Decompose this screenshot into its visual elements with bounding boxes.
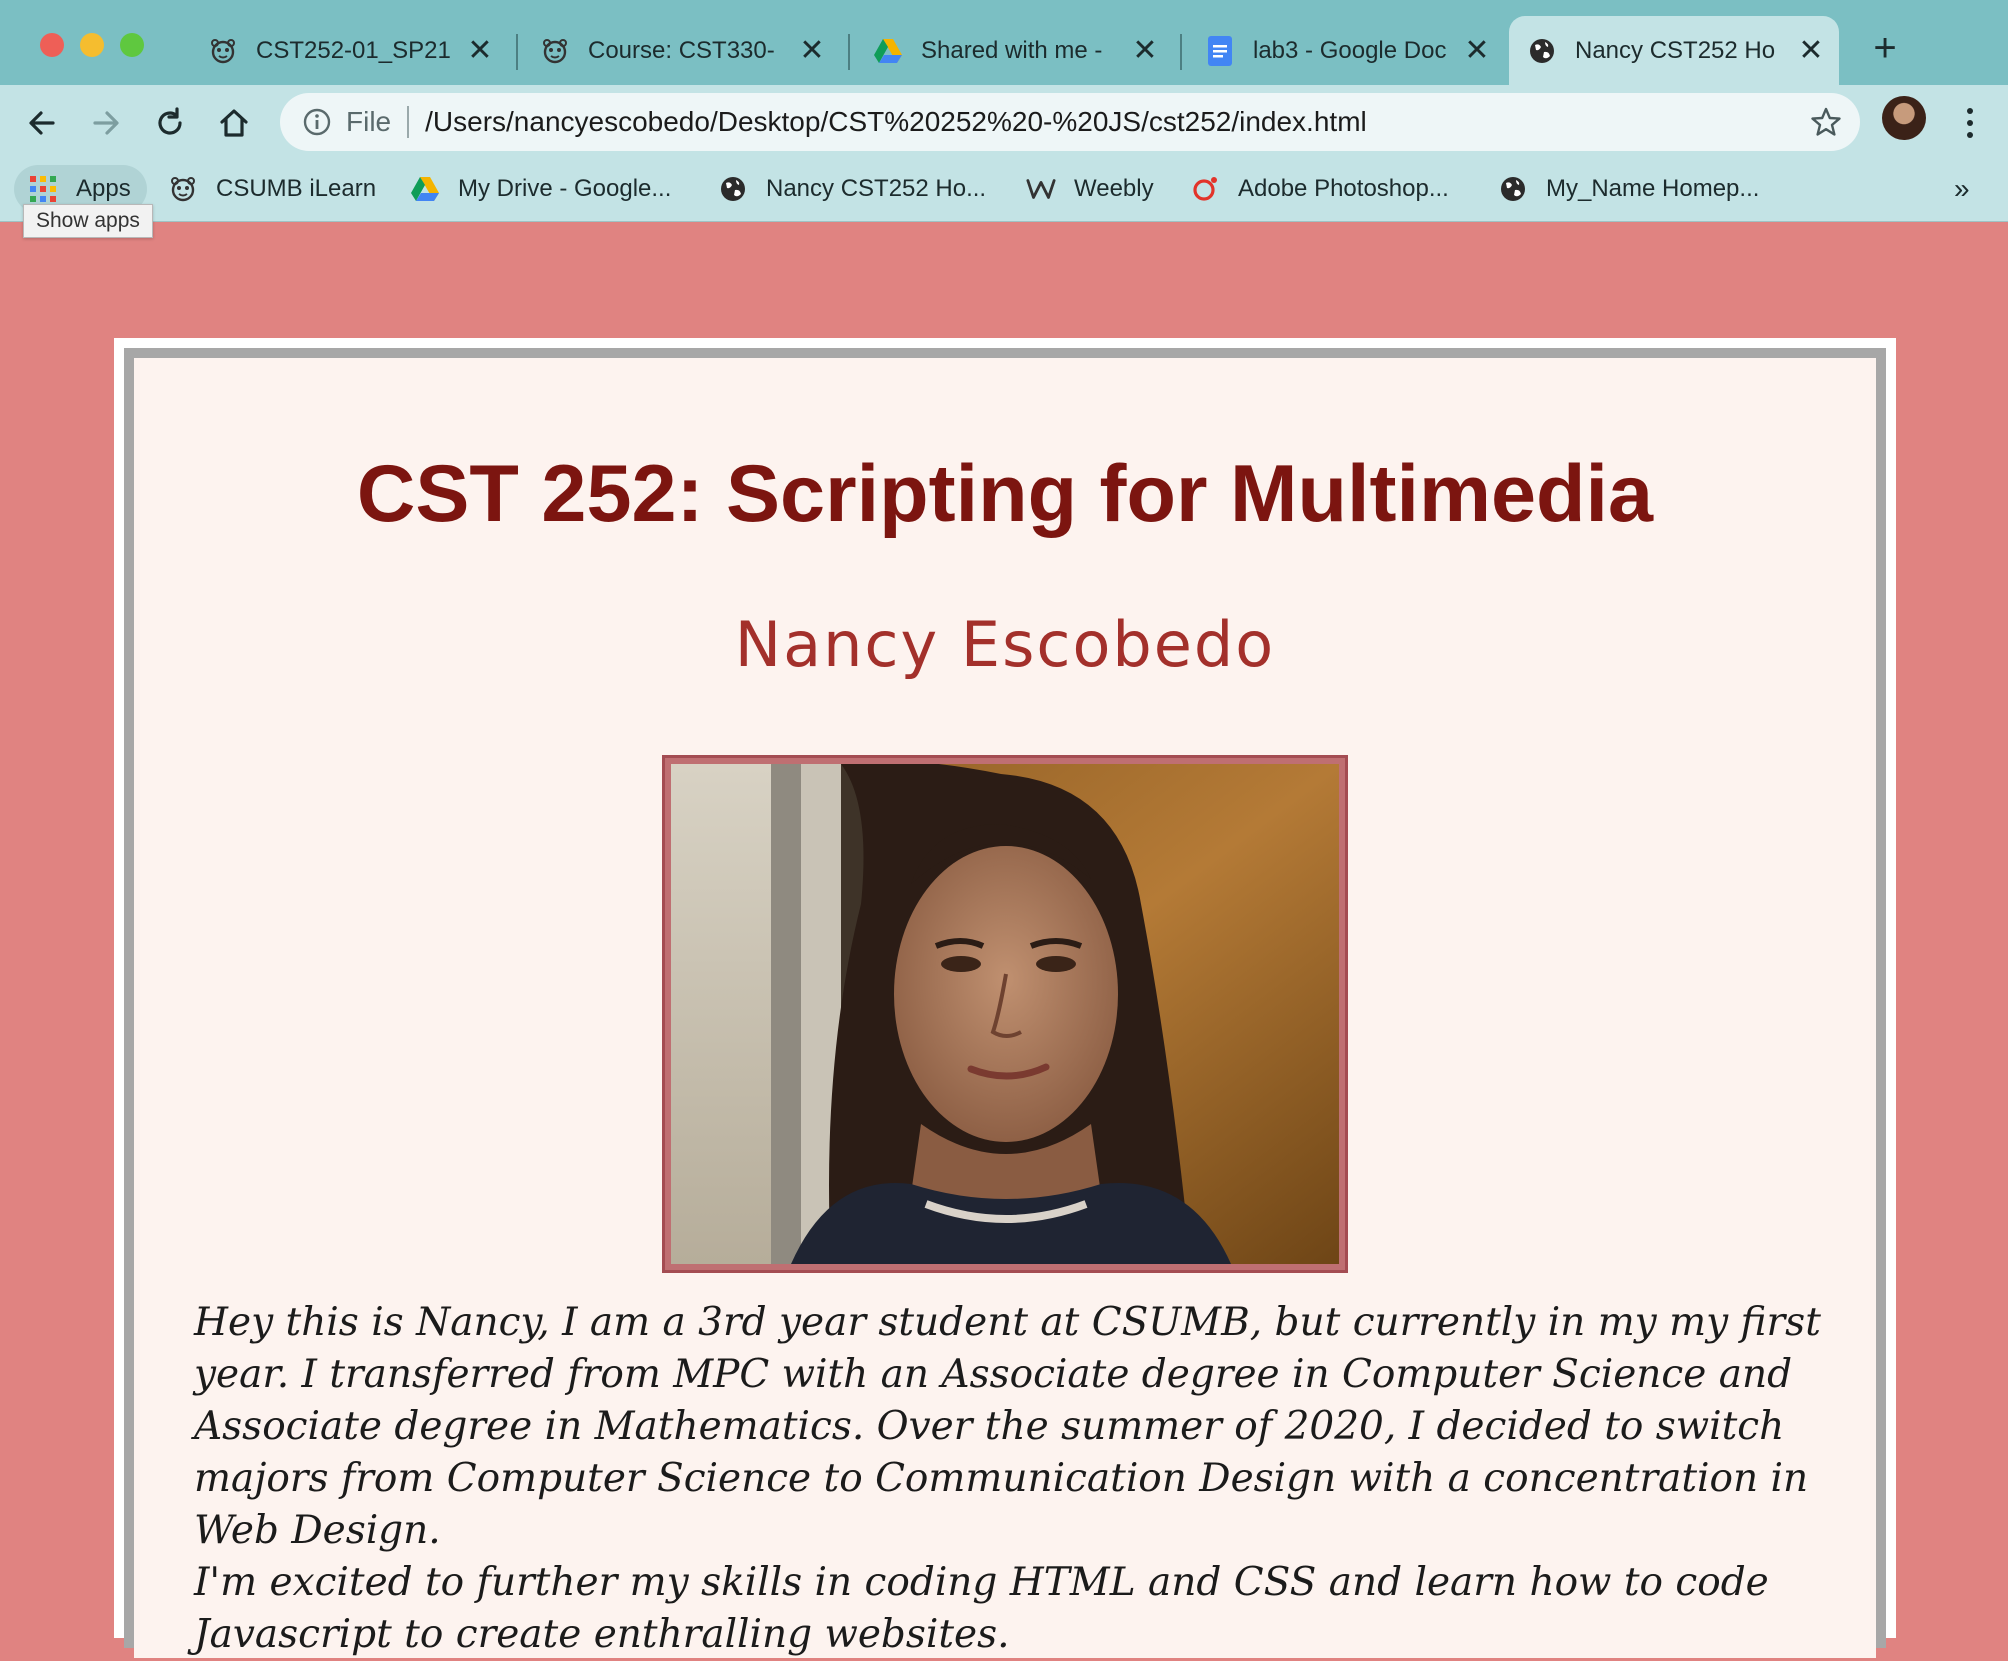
csumb-otter-icon: [208, 36, 238, 66]
reload-icon: [158, 107, 182, 135]
home-button[interactable]: [210, 99, 258, 147]
window-minimize-button[interactable]: [80, 33, 104, 57]
tab-close-icon[interactable]: ✕: [1127, 33, 1163, 68]
tab-separator: [848, 34, 850, 70]
bio-paragraph: I'm excited to further my skills in codi…: [194, 1560, 1769, 1657]
bookmark-label: My_Name Homep...: [1546, 175, 1760, 202]
tab-lab3-google-doc[interactable]: lab3 - Google Doc ✕: [1187, 16, 1505, 85]
bookmark-my-name-homepage[interactable]: My_Name Homep...: [1498, 165, 1759, 213]
portrait-frame: [662, 755, 1348, 1273]
tab-close-icon[interactable]: ✕: [1459, 33, 1495, 68]
tab-nancy-cst252-home[interactable]: Nancy CST252 Ho ✕: [1509, 16, 1839, 85]
globe-icon: [1527, 36, 1557, 66]
dot: [1967, 132, 1973, 138]
browser-toolbar: File /Users/nancyescobedo/Desktop/CST%20…: [0, 85, 2008, 161]
weebly-icon: [1026, 174, 1056, 204]
bookmark-star-icon[interactable]: [1810, 106, 1842, 138]
google-drive-icon: [873, 36, 903, 66]
profile-avatar[interactable]: [1882, 96, 1926, 140]
google-drive-icon: [410, 174, 440, 204]
bookmark-label: Weebly: [1074, 175, 1154, 202]
info-icon[interactable]: [302, 107, 332, 137]
more-bookmarks-button[interactable]: »: [1954, 173, 1970, 205]
dot: [1967, 120, 1973, 126]
author-name: Nancy Escobedo: [734, 608, 1276, 681]
back-button[interactable]: [18, 99, 66, 147]
photoshop-icon: [1190, 174, 1220, 204]
page-title: CST 252: Scripting for Multimedia: [356, 449, 1654, 539]
address-bar[interactable]: File /Users/nancyescobedo/Desktop/CST%20…: [280, 93, 1860, 151]
bookmark-label: My Drive - Google...: [458, 175, 672, 202]
bio-paragraph: Hey this is Nancy, I am a 3rd year stude…: [194, 1300, 1821, 1553]
bookmarks-bar: Apps CSUMB iLearn My Drive - Google... N…: [0, 161, 2008, 221]
tab-title: lab3 - Google Doc: [1253, 36, 1447, 64]
google-docs-icon: [1205, 35, 1235, 66]
tab-title: Nancy CST252 Ho: [1575, 36, 1776, 64]
globe-icon: [1498, 174, 1528, 204]
apps-grid-icon: [28, 174, 58, 204]
url-scheme-label: File: [346, 106, 392, 137]
window-close-button[interactable]: [40, 33, 64, 57]
bookmark-adobe-photoshop[interactable]: Adobe Photoshop...: [1190, 165, 1449, 213]
bio-text: Hey this is Nancy, I am a 3rd year stude…: [194, 1297, 1834, 1661]
csumb-otter-icon: [168, 174, 198, 204]
globe-icon: [718, 174, 748, 204]
new-tab-button[interactable]: +: [1865, 26, 1905, 71]
tab-separator: [1180, 34, 1182, 70]
tab-shared-with-me[interactable]: Shared with me - ✕: [855, 16, 1173, 85]
tab-close-icon[interactable]: ✕: [794, 33, 830, 68]
reload-button[interactable]: [146, 99, 194, 147]
browser-chrome: CST252-01_SP21 ✕ Course: CST330- ✕ Share…: [0, 0, 2008, 222]
tab-close-icon[interactable]: ✕: [462, 33, 498, 68]
window-maximize-button[interactable]: [120, 33, 144, 57]
tab-close-icon[interactable]: ✕: [1793, 33, 1829, 68]
bookmark-nancy-cst252-home[interactable]: Nancy CST252 Ho...: [718, 165, 986, 213]
dot: [1967, 108, 1973, 114]
address-divider: [407, 106, 410, 138]
home-icon: [220, 109, 248, 137]
browser-menu-button[interactable]: [1955, 99, 1985, 147]
bookmark-csumb-ilearn[interactable]: CSUMB iLearn: [168, 165, 376, 213]
tab-strip: CST252-01_SP21 ✕ Course: CST330- ✕ Share…: [0, 0, 2008, 85]
tab-title: Course: CST330-: [588, 36, 775, 64]
tab-separator: [516, 34, 518, 70]
tab-cst252-ilearn[interactable]: CST252-01_SP21 ✕: [190, 16, 508, 85]
bookmark-label: CSUMB iLearn: [216, 175, 377, 202]
bookmark-my-drive[interactable]: My Drive - Google...: [410, 165, 671, 213]
portrait-photo: [671, 764, 1339, 1264]
arrow-left-icon: [29, 111, 55, 135]
csumb-otter-icon: [540, 36, 570, 66]
bookmark-label: Adobe Photoshop...: [1238, 175, 1449, 202]
forward-button[interactable]: [82, 99, 130, 147]
tab-title: CST252-01_SP21: [256, 36, 451, 64]
bookmark-label: Apps: [76, 175, 131, 202]
tab-title: Shared with me -: [921, 36, 1103, 64]
show-apps-tooltip: Show apps: [23, 204, 153, 238]
bookmark-label: Nancy CST252 Ho...: [766, 175, 987, 202]
bookmark-weebly[interactable]: Weebly: [1026, 165, 1154, 213]
url-text[interactable]: /Users/nancyescobedo/Desktop/CST%20252%2…: [425, 106, 1367, 138]
tab-cst330-course[interactable]: Course: CST330- ✕: [522, 16, 840, 85]
arrow-right-icon: [93, 111, 119, 135]
